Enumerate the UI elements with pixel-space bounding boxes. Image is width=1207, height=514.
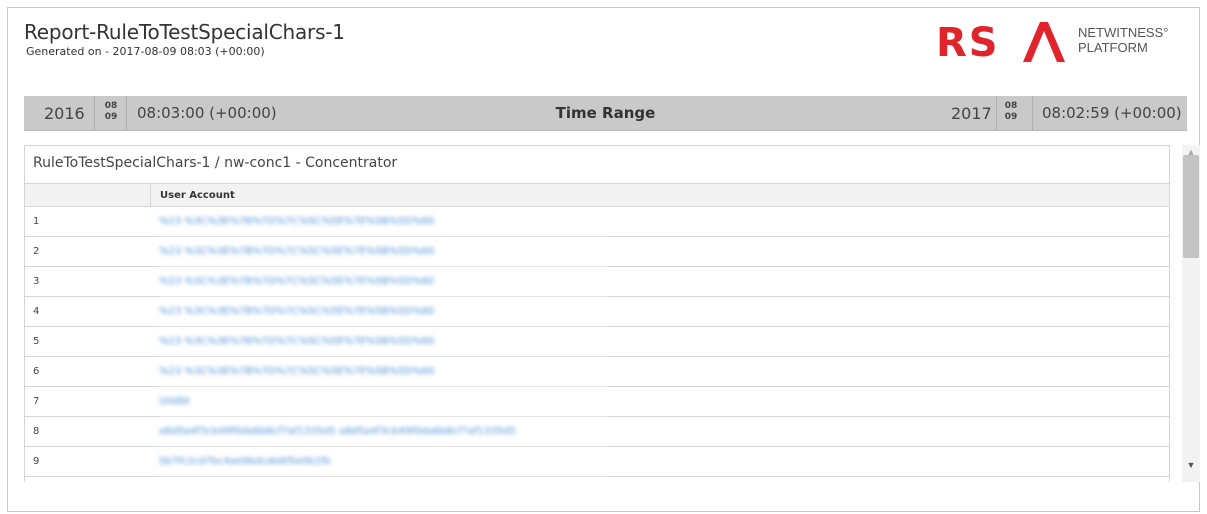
rsa-logo-letters: RS <box>936 18 1022 74</box>
vertical-scrollbar[interactable]: ▲ ▼ <box>1182 145 1200 482</box>
start-separator <box>94 96 95 131</box>
scrollbar-thumb[interactable] <box>1183 155 1199 258</box>
rsa-rs-glyphs: RS <box>936 20 1000 66</box>
table-row: 4 %23 %3C%3E%7B%7D%7C%5C%5E%7E%5B%5D%60 <box>25 297 1169 327</box>
row-number: 2 <box>33 246 40 257</box>
table-row: 5 %23 %3C%3E%7B%7D%7C%5C%5E%7E%5B%5D%60 <box>25 327 1169 357</box>
svg-text:RS: RS <box>936 20 1000 64</box>
column-header-user-account[interactable]: User Account <box>150 184 235 207</box>
table-row: 7 üöäßé <box>25 387 1169 417</box>
table-body: 1 %23 %3C%3E%7B%7D%7C%5C%5E%7E%5B%5D%60 2%… <box>25 207 1169 477</box>
result-panel: RuleToTestSpecialChars-1 / nw-conc1 - Co… <box>24 145 1170 482</box>
user-account-link[interactable]: %23 %3C%3E%7B%7D%7C%5C%5E%7E%5B%5D%60 <box>159 297 434 326</box>
end-month: 08 <box>1004 101 1018 111</box>
user-account-link[interactable]: %23 %3C%3E%7B%7D%7C%5C%5E%7E%5B%5D%60 <box>159 267 434 296</box>
netwitness-platform-text: NETWITNESS° PLATFORM <box>1078 25 1168 55</box>
table-row: 6 %23 %3C%3E%7B%7D%7C%5C%5E%7E%5B%5D%60 <box>25 357 1169 387</box>
row-number: 1 <box>33 216 40 227</box>
table-row: 9 5b7fc2cd7bc4ae9bdcde6f5e0b1fb <box>25 447 1169 477</box>
rsa-a-glyph <box>1023 22 1065 62</box>
start-time: 08:03:00 (+00:00) <box>137 104 277 122</box>
user-account-link[interactable]: üöäßé <box>159 387 190 416</box>
row-number: 8 <box>33 426 40 437</box>
row-value-underline <box>159 476 607 477</box>
table-row: 8 a8d5a4f3cb49f0da6b8cf7af1335d5 a8d5a4f3… <box>25 417 1169 447</box>
report-title: Report-RuleToTestSpecialChars-1 <box>24 20 345 44</box>
generated-timestamp: Generated on - 2017-08-09 08:03 (+00:00) <box>26 45 265 58</box>
scroll-down-arrow-icon[interactable]: ▼ <box>1186 458 1196 472</box>
row-number: 3 <box>33 276 40 287</box>
user-account-link[interactable]: %23 %3C%3E%7B%7D%7C%5C%5E%7E%5B%5D%60 <box>159 207 434 236</box>
netwitness-text: NETWITNESS° <box>1078 25 1169 40</box>
panel-title: RuleToTestSpecialChars-1 / nw-conc1 - Co… <box>33 155 398 171</box>
end-month-day: 08 09 <box>1004 101 1018 123</box>
row-number: 9 <box>33 456 40 467</box>
platform-text: PLATFORM <box>1078 40 1148 55</box>
table-header: User Account <box>25 183 1169 207</box>
end-day: 09 <box>1004 112 1018 122</box>
table-row: 1 %23 %3C%3E%7B%7D%7C%5C%5E%7E%5B%5D%60 <box>25 207 1169 237</box>
row-number: 4 <box>33 306 40 317</box>
table-row: 3 %23 %3C%3E%7B%7D%7C%5C%5E%7E%5B%5D%60 <box>25 267 1169 297</box>
end-time: 08:02:59 (+00:00) <box>1042 104 1182 122</box>
user-account-link[interactable]: %23 %3C%3E%7B%7D%7C%5C%5E%7E%5B%5D%60 <box>159 357 434 386</box>
start-day: 09 <box>104 112 118 122</box>
end-separator-2 <box>1032 96 1033 131</box>
user-account-link[interactable]: %23 %3C%3E%7B%7D%7C%5C%5E%7E%5B%5D%60 <box>159 237 434 266</box>
row-number: 5 <box>33 336 40 347</box>
table-row: 2 %23 %3C%3E%7B%7D%7C%5C%5E%7E%5B%5D%60 <box>25 237 1169 267</box>
end-year: 2017 <box>951 104 992 123</box>
user-account-link[interactable]: %23 %3C%3E%7B%7D%7C%5C%5E%7E%5B%5D%60 <box>159 327 434 356</box>
user-account-link[interactable]: 5b7fc2cd7bc4ae9bdcde6f5e0b1fb <box>159 447 331 476</box>
user-account-link[interactable]: a8d5a4f3cb49f0da6b8cf7af1335d5 a8d5a4f3c… <box>159 417 516 446</box>
results-table: User Account 1 %23 %3C%3E%7B%7D%7C%5C%5E%… <box>25 183 1169 477</box>
start-month: 08 <box>104 101 118 111</box>
row-number: 7 <box>33 396 40 407</box>
end-separator <box>996 96 997 131</box>
rsa-netwitness-logo: RS NETWITNESS° PLATFORM <box>936 18 1192 66</box>
time-range-bar: Time Range 2016 08 09 08:03:00 (+00:00) … <box>24 96 1187 131</box>
start-separator-2 <box>126 96 127 131</box>
start-year: 2016 <box>44 104 85 123</box>
start-month-day: 08 09 <box>104 101 118 123</box>
row-number: 6 <box>33 366 40 377</box>
